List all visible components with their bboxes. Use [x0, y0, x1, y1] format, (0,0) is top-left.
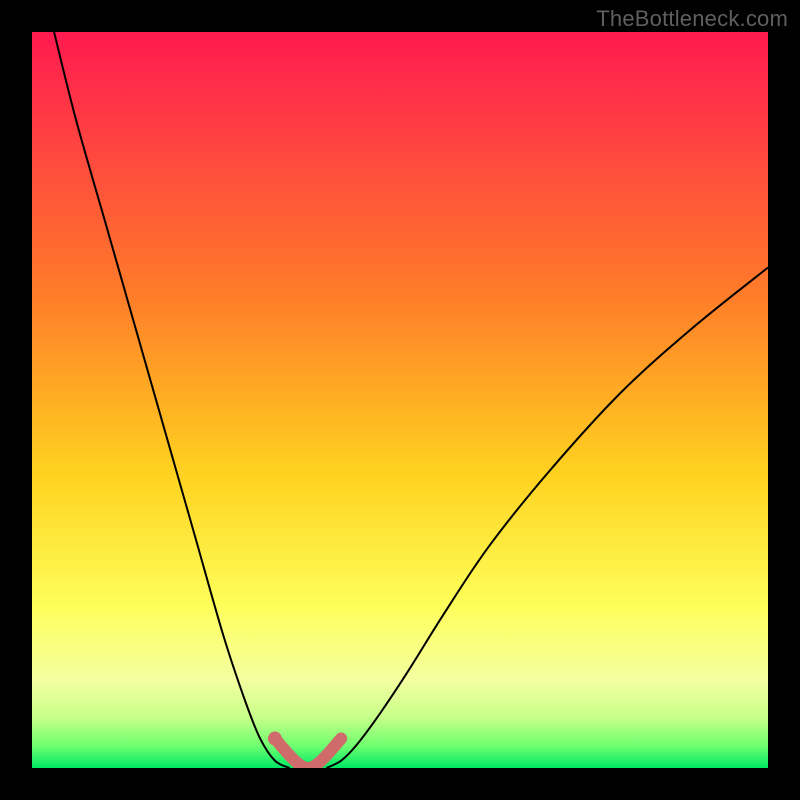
chart-frame: TheBottleneck.com — [0, 0, 800, 800]
highlight-endpoint-right — [335, 733, 347, 745]
highlight-endpoint-left — [268, 732, 282, 746]
gradient-background — [32, 32, 768, 768]
watermark-text: TheBottleneck.com — [596, 6, 788, 32]
bottleneck-chart — [32, 32, 768, 768]
